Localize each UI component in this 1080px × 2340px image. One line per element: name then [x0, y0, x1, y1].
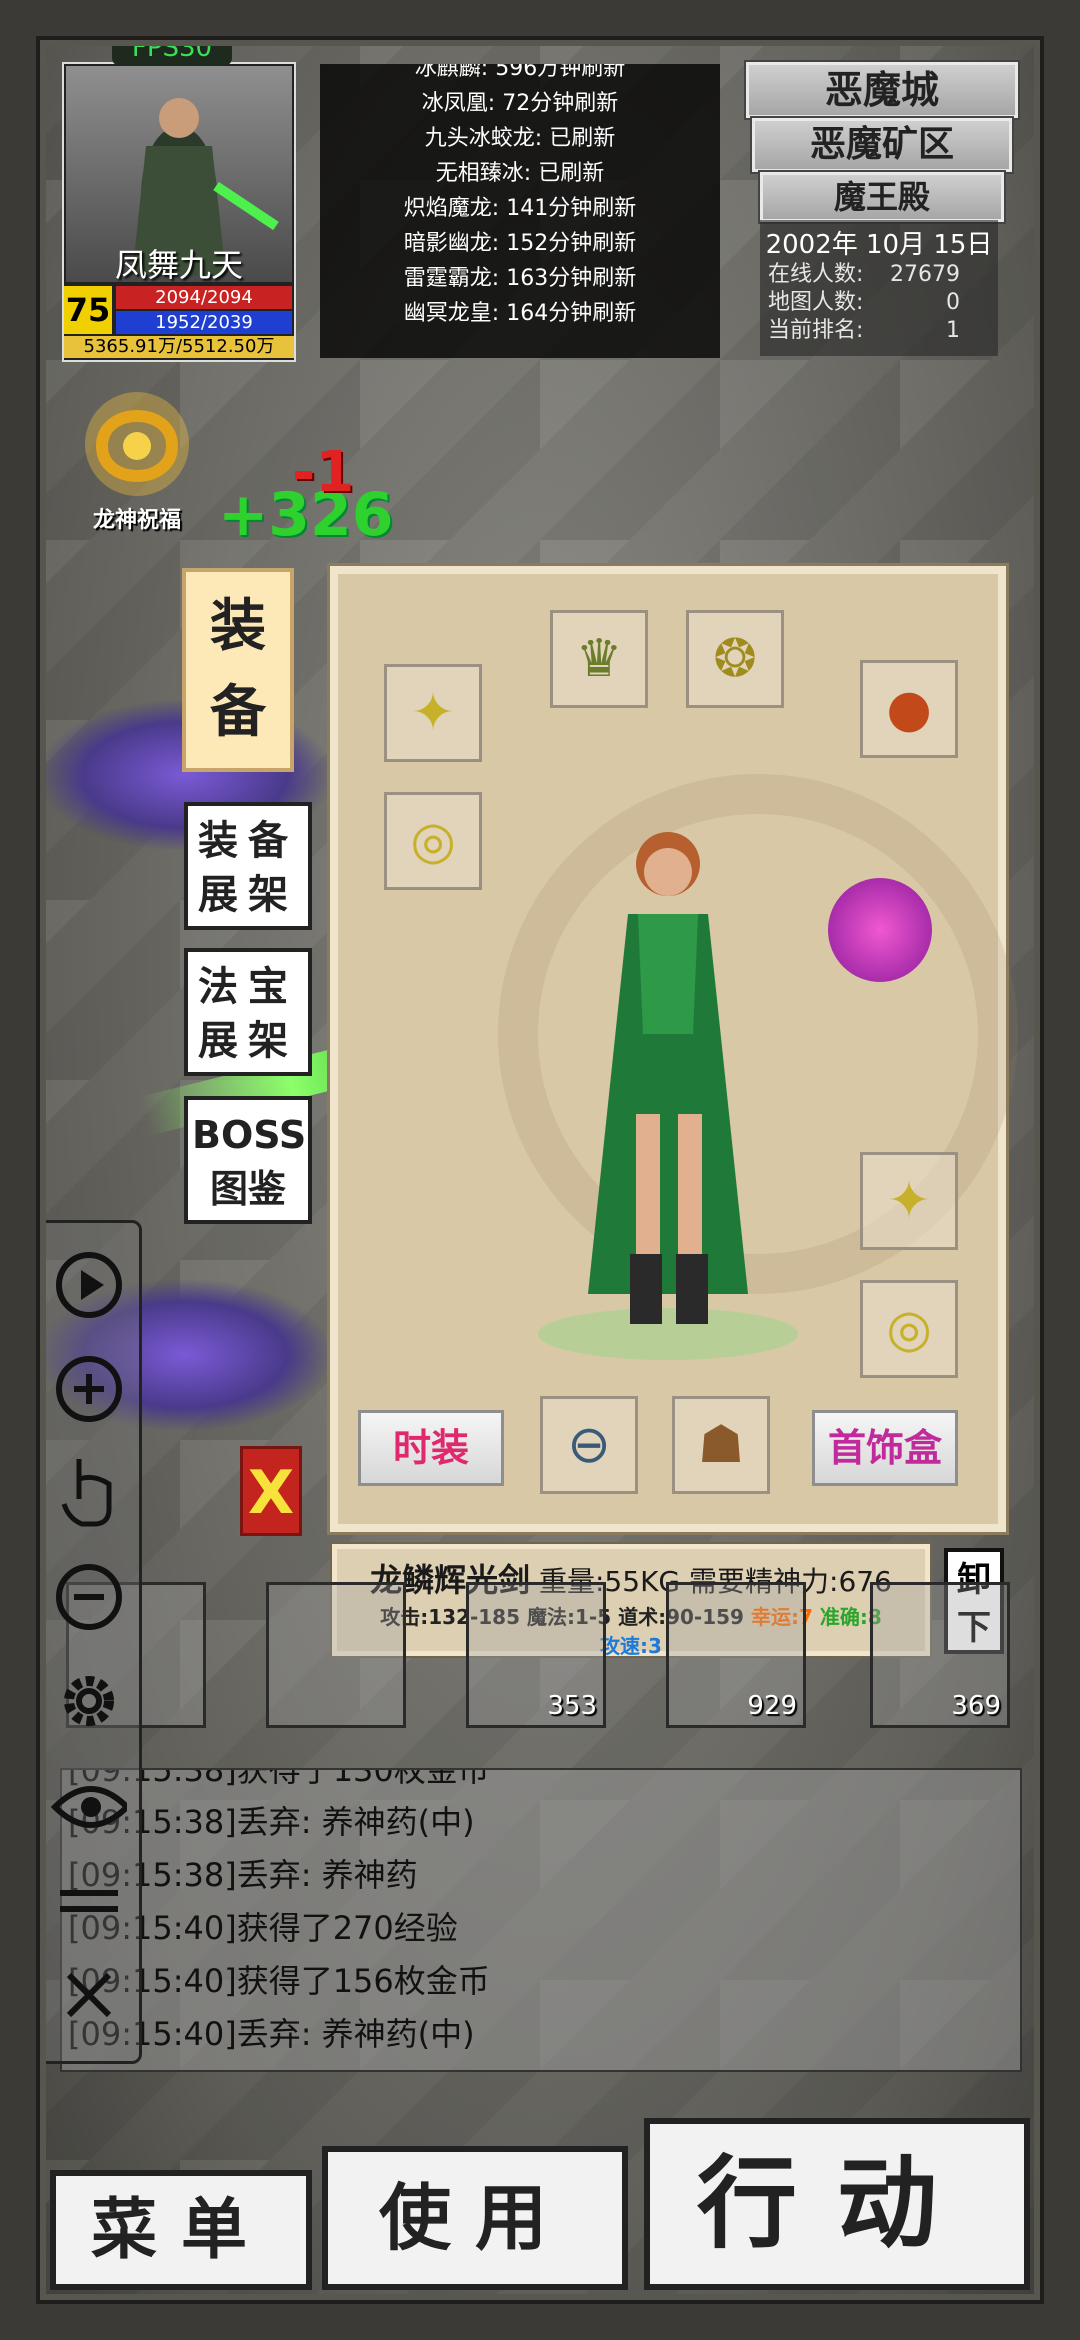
tab-equip-rack[interactable]: 装备展架	[184, 802, 312, 930]
slot-ring-right[interactable]: ◎	[860, 1280, 958, 1378]
inventory-slot[interactable]: 929	[666, 1582, 806, 1728]
boss-timer-row: 暗影幽龙: 152分钟刷新	[403, 231, 637, 256]
item-count: 353	[547, 1691, 597, 1721]
inventory-slot[interactable]: 353	[466, 1582, 606, 1728]
item-count: 369	[951, 1691, 1001, 1721]
dragon-blessing-label: 龙神祝福	[92, 508, 181, 533]
close-icon[interactable]	[51, 1957, 127, 2033]
hp-bar: 2094/2094	[116, 286, 292, 309]
dragon-blessing-icon[interactable]: 龙神祝福	[72, 386, 202, 536]
log-line: [09:15:40]丢弃: 养神药(中)	[68, 2015, 475, 2053]
player-name: 凤舞九天	[114, 246, 243, 284]
slot-medal[interactable]	[828, 878, 932, 982]
zoom-in-icon[interactable]	[51, 1351, 127, 1427]
boss-timer-row: 幽冥龙皇: 164分钟刷新	[403, 301, 637, 326]
slot-ring-left[interactable]: ◎	[384, 792, 482, 890]
rank-value: 1	[946, 318, 960, 343]
slot-boots[interactable]: ☗	[672, 1396, 770, 1494]
close-panel-button[interactable]: X	[240, 1446, 302, 1536]
log-line: [09:15:40]获得了156枚金币	[68, 1962, 490, 2000]
item-speed: 攻速:3	[600, 1634, 662, 1658]
inventory-slot[interactable]	[266, 1582, 406, 1728]
inventory-slot[interactable]: 369	[870, 1582, 1010, 1728]
boss-timer-row: 雷霆霸龙: 163分钟刷新	[403, 266, 637, 291]
boss-timer-row: 九头冰蛟龙: 已刷新	[424, 126, 616, 151]
map-hall-button[interactable]: 魔王殿	[758, 170, 1006, 224]
map-players-value: 0	[946, 290, 960, 315]
online-value: 27679	[890, 262, 960, 287]
log-line: [09:15:38]获得了130枚金币	[68, 1768, 490, 1789]
use-button[interactable]: 使用	[322, 2146, 628, 2290]
action-button[interactable]: 行动	[644, 2118, 1030, 2290]
map-city-button[interactable]: 恶魔城	[744, 60, 1020, 120]
log-line: [09:15:40]获得了270经验	[68, 1909, 458, 1947]
slot-orb[interactable]: ●	[860, 660, 958, 758]
log-line: [09:15:38]丢弃: 养神药	[68, 1856, 418, 1894]
character-model	[518, 814, 818, 1374]
boss-timer-row: 冰麒麟: 596万钟刷新	[414, 64, 626, 81]
eye-icon[interactable]	[51, 1769, 127, 1845]
slot-helmet[interactable]: ♛	[550, 610, 648, 708]
game-date: 2002年 10月 15日	[765, 230, 993, 260]
jewelry-box-button[interactable]: 首饰盒	[812, 1410, 958, 1486]
map-info-panel: 2002年 10月 15日 在线人数: 27679 地图人数: 0 当前排名: 1	[760, 220, 998, 356]
damage-minus: -1	[292, 440, 355, 505]
slot-bracelet-left[interactable]: ✦	[384, 664, 482, 762]
mp-bar: 1952/2039	[116, 311, 292, 334]
slot-belt[interactable]: ⊖	[540, 1396, 638, 1494]
tab-treasure-rack[interactable]: 法宝展架	[184, 948, 312, 1076]
slot-necklace[interactable]: ❂	[686, 610, 784, 708]
map-players-label: 地图人数:	[768, 290, 864, 315]
boss-timer-row: 冰凤凰: 72分钟刷新	[421, 91, 619, 116]
rank-label: 当前排名:	[768, 318, 864, 343]
zoom-out-icon[interactable]	[51, 1559, 127, 1635]
boss-timer-row: 无相臻冰: 已刷新	[435, 161, 605, 186]
slot-bracelet-right[interactable]: ✦	[860, 1152, 958, 1250]
gear-icon[interactable]	[51, 1663, 127, 1739]
boss-timer-list: 冰麒麟: 596万钟刷新 冰凤凰: 72分钟刷新 九头冰蛟龙: 已刷新 无相臻冰…	[320, 64, 720, 358]
menu-icon[interactable]	[51, 1863, 127, 1939]
equipment-panel: ✦ ◎ ♛ ❂ ● ✦ ◎ ⊖ ☗ 时装 首饰盒	[330, 566, 1018, 1532]
player-level: 75	[64, 286, 112, 334]
player-portrait[interactable]: 凤舞九天 75 2094/2094 1952/2039 5365.91万/551…	[62, 62, 296, 362]
online-label: 在线人数:	[768, 262, 864, 287]
log-line: [09:15:38]丢弃: 养神药(中)	[68, 1803, 475, 1841]
message-log: [09:15:38]获得了130枚金币 [09:15:38]丢弃: 养神药(中)…	[60, 1768, 1022, 2072]
map-area-button[interactable]: 恶魔矿区	[750, 116, 1014, 174]
tab-boss-guide[interactable]: BOSS图鉴	[184, 1096, 312, 1224]
item-count: 929	[747, 1691, 797, 1721]
quick-toolbar	[32, 1220, 142, 2064]
boss-timer-row: 炽焰魔龙: 141分钟刷新	[403, 196, 637, 221]
hand-pointer-icon[interactable]	[51, 1451, 127, 1527]
tab-equipment[interactable]: 装备	[182, 568, 294, 772]
play-icon[interactable]	[51, 1247, 127, 1323]
menu-button[interactable]: 菜单	[50, 2170, 312, 2290]
fps-counter: FPS30	[112, 30, 232, 66]
item-info-panel: 龙鳞辉光剑 重量:55KG 需要精神力:676 攻击:132-185 魔法:1-…	[330, 1542, 932, 1658]
fashion-button[interactable]: 时装	[358, 1410, 504, 1486]
exp-bar: 5365.91万/5512.50万	[64, 336, 294, 358]
